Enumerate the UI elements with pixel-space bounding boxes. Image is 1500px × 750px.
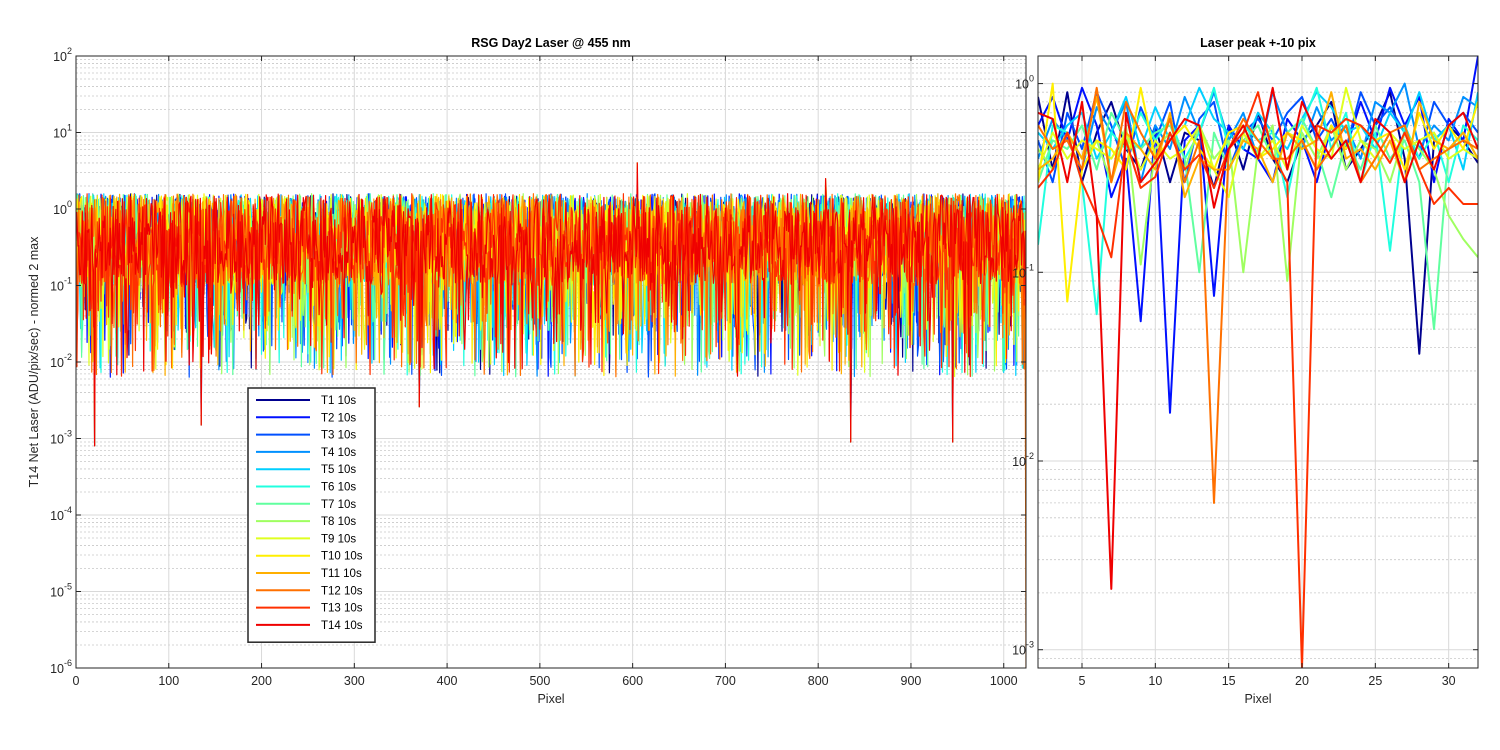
main-x-tick-label: 900: [901, 674, 922, 688]
main-x-tick-label: 200: [251, 674, 272, 688]
zoom-x-label: Pixel: [1244, 692, 1271, 706]
zoom-title: Laser peak +-10 pix: [1200, 36, 1316, 50]
zoom-x-tick-label: 15: [1222, 674, 1236, 688]
zoom-x-tick-label: 20: [1295, 674, 1309, 688]
main-x-tick-label: 100: [158, 674, 179, 688]
main-y-label: T14 Net Laser (ADU/pix/sec) - normed 2 m…: [27, 236, 41, 488]
main-x-tick-label: 700: [715, 674, 736, 688]
legend-entry-label: T10 10s: [321, 551, 363, 563]
main-x-label: Pixel: [537, 692, 564, 706]
legend-entry-label: T8 10s: [321, 516, 356, 528]
main-x-tick-label: 400: [437, 674, 458, 688]
legend-entry-label: T12 10s: [321, 585, 363, 597]
legend-entry-label: T9 10s: [321, 533, 356, 545]
main-x-tick-label: 300: [344, 674, 365, 688]
main-x-tick-label: 800: [808, 674, 829, 688]
zoom-x-tick-label: 5: [1079, 674, 1086, 688]
legend-entry-label: T2 10s: [321, 412, 356, 424]
legend-entry-label: T3 10s: [321, 430, 356, 442]
zoom-x-tick-label: 10: [1148, 674, 1162, 688]
main-x-tick-label: 500: [529, 674, 550, 688]
legend-entry-label: T5 10s: [321, 464, 356, 476]
zoom-x-tick-label: 30: [1442, 674, 1456, 688]
legend-entry-label: T14 10s: [321, 620, 363, 632]
legend-entry-label: T6 10s: [321, 482, 356, 494]
legend-entry-label: T4 10s: [321, 447, 356, 459]
main-title: RSG Day2 Laser @ 455 nm: [471, 36, 631, 50]
main-x-tick-label: 0: [73, 674, 80, 688]
legend: T1 10s T2 10s T3 10s T4 10s T5 10s T6 10s T7 1…: [247, 387, 376, 643]
legend-entry-label: T7 10s: [321, 499, 356, 511]
peak-zoom-axes: 5 10 15 20 25 3010-310-210-1100 Laser peak +-…: [1012, 36, 1479, 706]
zoom-x-tick-label: 25: [1368, 674, 1382, 688]
main-x-tick-label: 600: [622, 674, 643, 688]
main-x-tick-label: 1000: [990, 674, 1018, 688]
legend-entry-label: T1 10s: [321, 395, 356, 407]
main-spectrum-axes: 0 100 200 300 400 500 600 700 800 900 100010-610-5…: [27, 36, 1027, 706]
legend-entry-label: T11 10s: [321, 568, 362, 580]
figure: 0 100 200 300 400 500 600 700 800 900 100010-610-5…: [0, 0, 1500, 750]
legend-entry-label: T13 10s: [321, 603, 363, 615]
